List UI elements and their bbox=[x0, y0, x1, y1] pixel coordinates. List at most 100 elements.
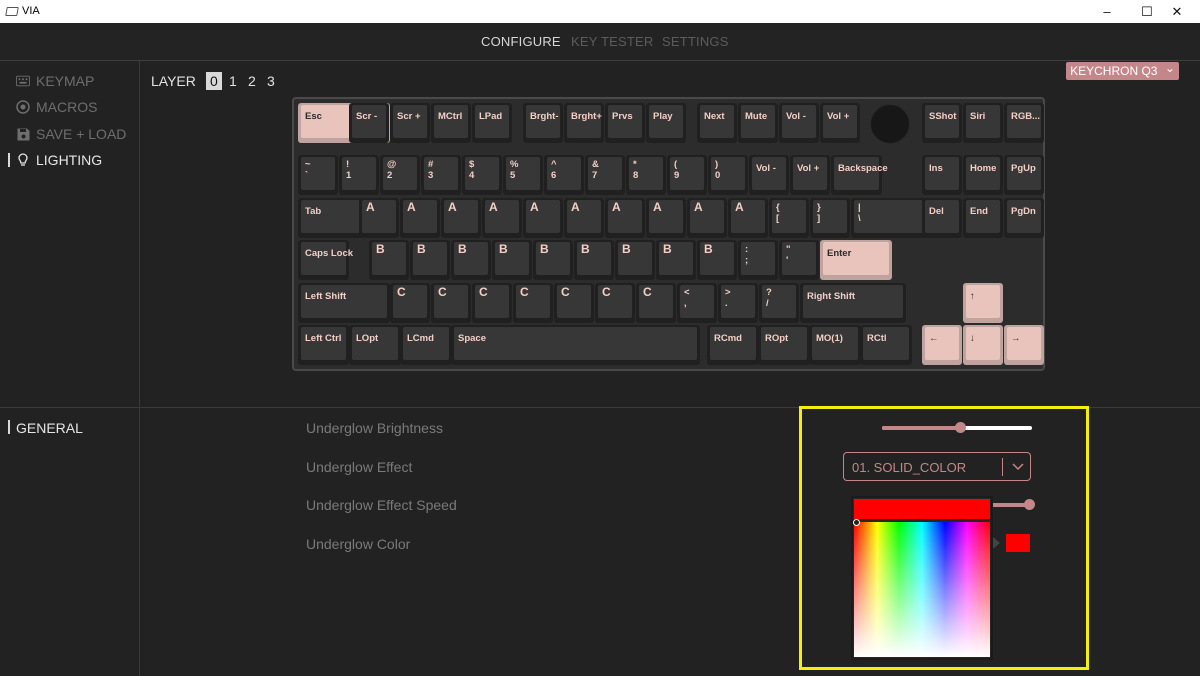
key[interactable]: A bbox=[728, 198, 768, 238]
key[interactable]: A bbox=[605, 198, 645, 238]
key[interactable]: } ] bbox=[810, 198, 850, 238]
key[interactable]: Scr - bbox=[349, 103, 389, 143]
key[interactable]: $ 4 bbox=[462, 155, 502, 195]
key[interactable]: * 8 bbox=[626, 155, 666, 195]
key[interactable]: ? / bbox=[759, 283, 799, 323]
key[interactable]: RGB... bbox=[1004, 103, 1044, 143]
key[interactable]: ^ 6 bbox=[544, 155, 584, 195]
key[interactable]: > . bbox=[718, 283, 758, 323]
key[interactable]: PgDn bbox=[1004, 198, 1044, 238]
key[interactable]: B bbox=[451, 240, 491, 280]
key[interactable]: Space bbox=[451, 325, 700, 365]
key[interactable]: # 3 bbox=[421, 155, 461, 195]
key[interactable]: Mute bbox=[738, 103, 778, 143]
key[interactable]: C bbox=[636, 283, 676, 323]
key[interactable]: Home bbox=[963, 155, 1003, 195]
key[interactable]: MCtrl bbox=[431, 103, 471, 143]
key[interactable]: A bbox=[564, 198, 604, 238]
key[interactable]: C bbox=[513, 283, 553, 323]
key[interactable]: LCmd bbox=[400, 325, 452, 365]
key[interactable]: A bbox=[646, 198, 686, 238]
key[interactable]: Enter bbox=[820, 240, 892, 280]
key[interactable]: B bbox=[574, 240, 614, 280]
sidebar-item-save-load[interactable]: SAVE + LOAD bbox=[16, 126, 126, 142]
key[interactable]: A bbox=[441, 198, 481, 238]
layer-option-3[interactable]: 3 bbox=[263, 72, 279, 90]
layer-option-0[interactable]: 0 bbox=[205, 72, 222, 90]
key[interactable]: Vol - bbox=[779, 103, 819, 143]
key[interactable]: Siri bbox=[963, 103, 1003, 143]
layer-option-1[interactable]: 1 bbox=[225, 72, 241, 90]
settings-section-general[interactable]: GENERAL bbox=[16, 420, 83, 436]
key[interactable]: Vol + bbox=[790, 155, 830, 195]
close-button[interactable]: ✕ bbox=[1154, 0, 1200, 23]
tab-settings[interactable]: SETTINGS bbox=[662, 34, 729, 49]
key[interactable]: C bbox=[595, 283, 635, 323]
key[interactable]: ↓ bbox=[963, 325, 1003, 365]
key[interactable]: & 7 bbox=[585, 155, 625, 195]
key[interactable]: A bbox=[687, 198, 727, 238]
key[interactable]: Backspace bbox=[831, 155, 888, 195]
keyboard-select-button[interactable]: KEYCHRON Q3 ⌄ bbox=[1066, 61, 1179, 80]
key[interactable]: RCmd bbox=[707, 325, 759, 365]
tab-configure[interactable]: CONFIGURE bbox=[481, 34, 561, 49]
key[interactable]: MO(1) bbox=[809, 325, 861, 365]
key[interactable]: C bbox=[431, 283, 471, 323]
key[interactable]: A bbox=[400, 198, 440, 238]
key[interactable]: ( 9 bbox=[667, 155, 707, 195]
key[interactable]: Brght+ bbox=[564, 103, 604, 143]
key[interactable]: ← bbox=[922, 325, 962, 365]
key[interactable]: LOpt bbox=[349, 325, 401, 365]
rotary-knob[interactable] bbox=[870, 104, 910, 144]
key[interactable]: A bbox=[523, 198, 563, 238]
key[interactable]: B bbox=[492, 240, 532, 280]
sidebar-item-macros[interactable]: MACROS bbox=[16, 99, 97, 115]
key[interactable]: Brght- bbox=[523, 103, 563, 143]
tab-key-tester[interactable]: KEY TESTER bbox=[571, 34, 653, 49]
key[interactable]: Next bbox=[697, 103, 737, 143]
key[interactable]: ! 1 bbox=[339, 155, 379, 195]
sidebar-item-lighting[interactable]: LIGHTING bbox=[16, 152, 102, 168]
key[interactable]: A bbox=[482, 198, 522, 238]
key[interactable]: C bbox=[554, 283, 594, 323]
key[interactable]: Del bbox=[922, 198, 962, 238]
key[interactable]: B bbox=[410, 240, 450, 280]
key[interactable]: End bbox=[963, 198, 1003, 238]
key[interactable]: Vol + bbox=[820, 103, 860, 143]
key[interactable]: Right Shift bbox=[800, 283, 906, 323]
key[interactable]: LPad bbox=[472, 103, 512, 143]
key[interactable]: Caps Lock bbox=[298, 240, 353, 280]
key[interactable]: C bbox=[390, 283, 430, 323]
key[interactable]: A bbox=[359, 198, 399, 238]
key[interactable]: → bbox=[1004, 325, 1044, 365]
key[interactable]: { [ bbox=[769, 198, 809, 238]
key[interactable]: " ' bbox=[779, 240, 819, 280]
key[interactable]: B bbox=[615, 240, 655, 280]
key[interactable]: Play bbox=[646, 103, 686, 143]
layer-selector: LAYER 0 1 2 3 bbox=[151, 72, 279, 90]
key[interactable]: C bbox=[472, 283, 512, 323]
key[interactable]: B bbox=[697, 240, 737, 280]
key[interactable]: Left Shift bbox=[298, 283, 390, 323]
key[interactable]: ) 0 bbox=[708, 155, 748, 195]
layer-option-2[interactable]: 2 bbox=[244, 72, 260, 90]
key[interactable]: PgUp bbox=[1004, 155, 1044, 195]
key[interactable]: RCtl bbox=[860, 325, 912, 365]
key[interactable]: : ; bbox=[738, 240, 778, 280]
key[interactable]: Ins bbox=[922, 155, 962, 195]
key[interactable]: Vol - bbox=[749, 155, 789, 195]
key[interactable]: Left Ctrl bbox=[298, 325, 349, 365]
key[interactable]: ROpt bbox=[758, 325, 810, 365]
key[interactable]: B bbox=[533, 240, 573, 280]
sidebar-item-keymap[interactable]: KEYMAP bbox=[16, 73, 94, 89]
key[interactable]: Scr + bbox=[390, 103, 430, 143]
key[interactable]: SShot bbox=[922, 103, 962, 143]
key[interactable]: ~ ` bbox=[298, 155, 338, 195]
key[interactable]: Prvs bbox=[605, 103, 645, 143]
key[interactable]: ↑ bbox=[963, 283, 1003, 323]
key[interactable]: B bbox=[656, 240, 696, 280]
key[interactable]: < , bbox=[677, 283, 717, 323]
key[interactable]: @ 2 bbox=[380, 155, 420, 195]
key[interactable]: % 5 bbox=[503, 155, 543, 195]
key[interactable]: B bbox=[369, 240, 409, 280]
